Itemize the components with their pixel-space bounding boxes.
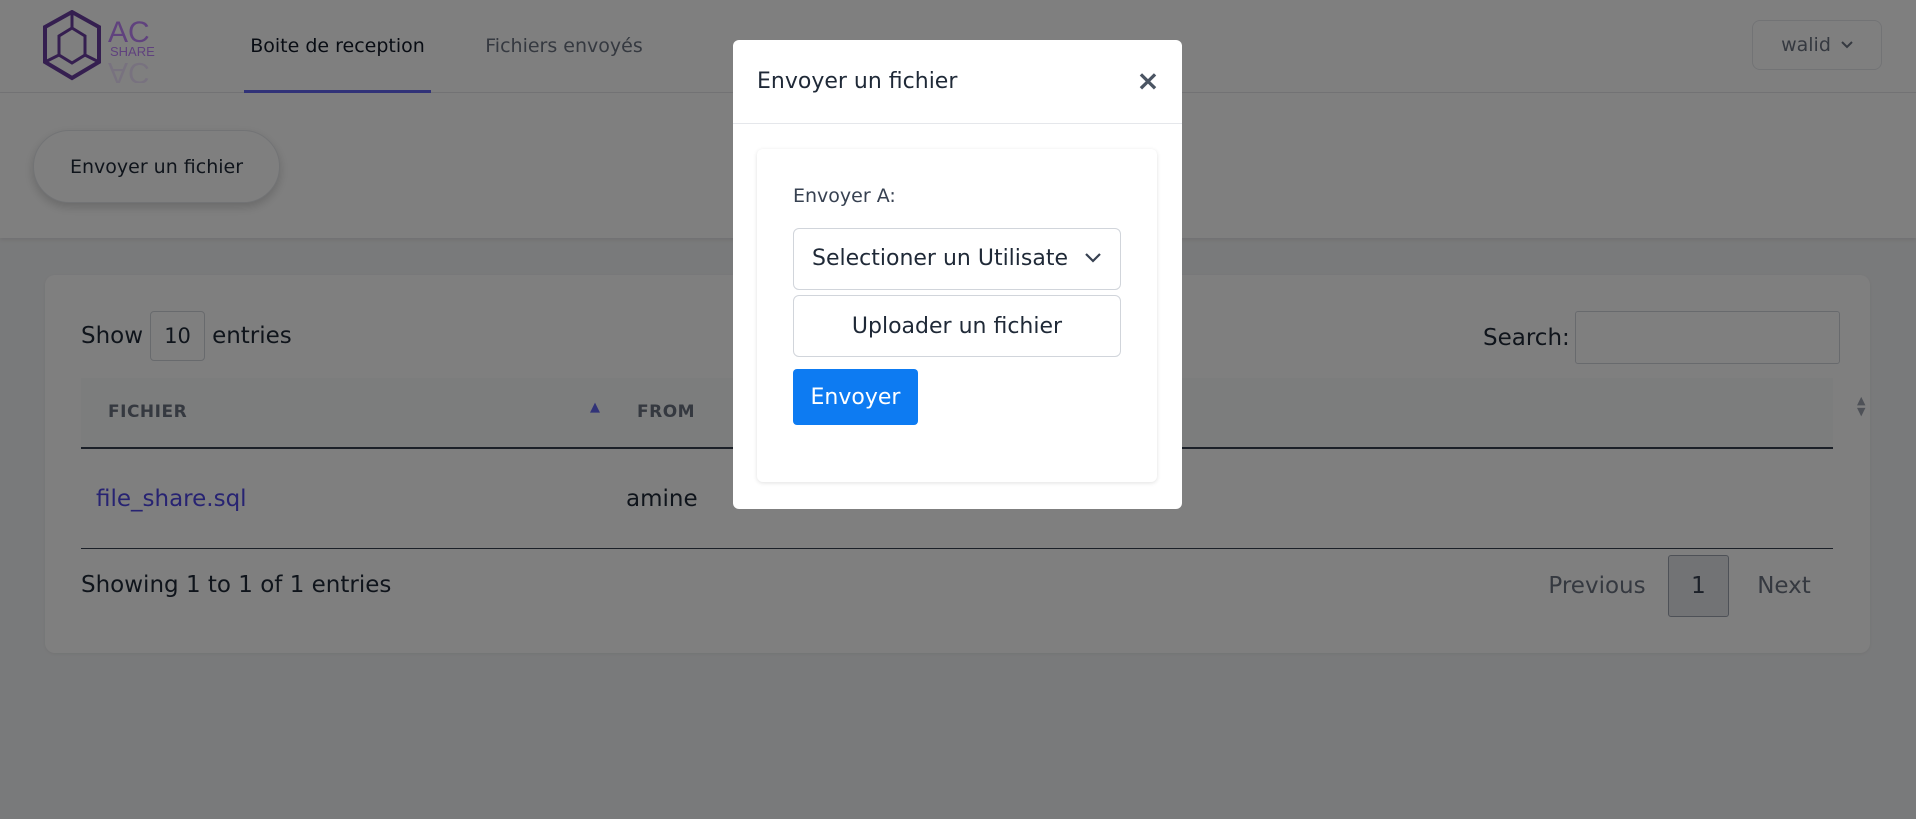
send-file-form: Envoyer A: Selectioner un Utilisateur Up… (757, 149, 1157, 482)
chevron-down-icon (1085, 253, 1101, 263)
close-icon[interactable]: × (1133, 66, 1163, 96)
submit-send-button[interactable]: Envoyer (793, 369, 918, 425)
recipient-select[interactable]: Selectioner un Utilisateur (793, 228, 1121, 290)
modal-header: Envoyer un fichier × (733, 40, 1182, 124)
modal-title: Envoyer un fichier (757, 69, 958, 94)
send-file-modal: Envoyer un fichier × Envoyer A: Selectio… (733, 40, 1182, 509)
upload-file-button[interactable]: Uploader un fichier (793, 295, 1121, 357)
recipient-label: Envoyer A: (793, 185, 896, 207)
recipient-select-value: Selectioner un Utilisateur (812, 246, 1067, 271)
